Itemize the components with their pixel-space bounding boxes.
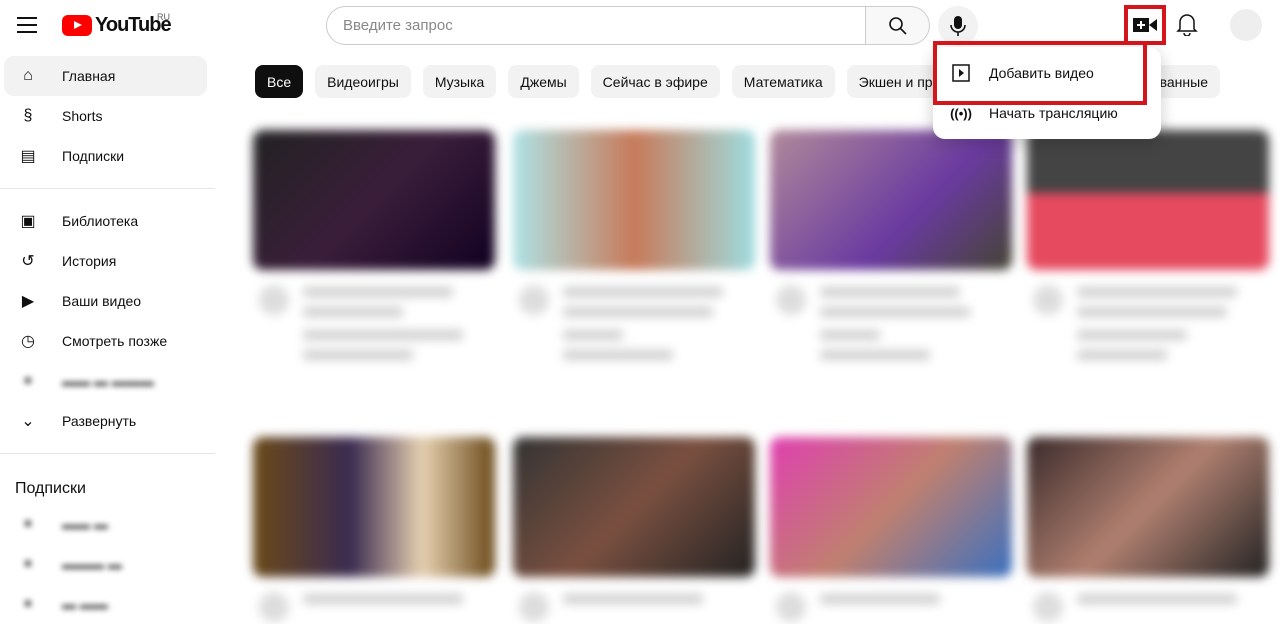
chip[interactable]: Видеоигры: [315, 65, 411, 98]
sidebar-item-expand[interactable]: ⌄ Развернуть: [4, 401, 207, 441]
microphone-icon: [950, 16, 966, 36]
chip[interactable]: Музыка: [422, 65, 497, 98]
sidebar-item-your-videos[interactable]: ▶ Ваши видео: [4, 281, 207, 321]
video-thumbnail[interactable]: [770, 437, 1012, 577]
live-broadcast-icon: ((•)): [950, 105, 972, 121]
sidebar: ⌂ Главная § Shorts ▤ Подписки ▣ Библиотека ↺…: [0, 56, 215, 624]
video-thumbnail[interactable]: [513, 130, 755, 270]
shorts-icon: §: [23, 107, 33, 124]
sidebar-item-label: Библиотека: [62, 213, 139, 229]
notifications-button[interactable]: [1176, 12, 1198, 41]
subscription-channel[interactable]: ● ▬▬▬ ▬: [4, 544, 207, 584]
watch-later-icon: ◷: [21, 333, 35, 350]
menu-icon[interactable]: [17, 17, 37, 33]
subscription-channel[interactable]: ● ▬ ▬▬: [4, 584, 207, 624]
video-thumbnail[interactable]: [1027, 130, 1269, 270]
voice-search-button[interactable]: [938, 6, 978, 46]
video-camera-plus-icon: [1133, 18, 1157, 32]
chevron-down-icon: ⌄: [21, 413, 35, 430]
divider: [0, 453, 215, 454]
subscription-channel[interactable]: ● ▬▬ ▬: [4, 504, 207, 544]
sidebar-item-subscriptions[interactable]: ▤ Подписки: [4, 136, 207, 176]
chip[interactable]: Сейчас в эфире: [590, 65, 720, 98]
library-icon: ▣: [20, 213, 36, 230]
channel-avatar-icon: ●: [23, 555, 33, 572]
sidebar-item-label: Shorts: [62, 108, 103, 124]
channel-avatar-icon: ●: [23, 515, 33, 532]
blurred-channel: ▬ ▬▬: [62, 596, 108, 612]
sidebar-item-label: Ваши видео: [62, 293, 142, 309]
sidebar-item-label: История: [62, 253, 117, 269]
sidebar-item-label: Подписки: [62, 148, 125, 164]
sidebar-item-watch-later[interactable]: ◷ Смотреть позже: [4, 321, 207, 361]
search-input[interactable]: Введите запрос: [326, 6, 866, 45]
blurred-channel: ▬▬▬ ▬: [62, 556, 122, 572]
channel-avatar-icon: ●: [23, 595, 33, 612]
subscriptions-icon: ▤: [20, 148, 36, 165]
region-label: RU: [157, 12, 170, 22]
bell-icon: [1176, 14, 1198, 37]
divider: [0, 188, 215, 189]
video-thumbnail[interactable]: [770, 130, 1012, 270]
sidebar-item-label: Главная: [62, 68, 116, 84]
sidebar-item-library[interactable]: ▣ Библиотека: [4, 201, 207, 241]
sidebar-item-label: Смотреть позже: [62, 333, 168, 349]
search-button[interactable]: [866, 6, 930, 45]
history-icon: ↺: [21, 253, 35, 270]
home-icon: ⌂: [23, 67, 33, 84]
sidebar-item-home[interactable]: ⌂ Главная: [4, 56, 207, 96]
youtube-play-icon: [62, 15, 92, 36]
sidebar-item-history[interactable]: ↺ История: [4, 241, 207, 281]
playlist-icon: ●: [23, 372, 33, 389]
sidebar-item-shorts[interactable]: § Shorts: [4, 96, 207, 136]
menu-item-label: Начать трансляцию: [989, 105, 1118, 121]
subscriptions-heading: Подписки: [15, 480, 86, 497]
sidebar-item-label: Развернуть: [62, 413, 137, 429]
sidebar-item-playlist[interactable]: ● ▬▬ ▬ ▬▬▬: [4, 361, 207, 401]
search-icon: [888, 16, 907, 35]
create-button[interactable]: [1124, 5, 1166, 45]
your-videos-icon: ▶: [21, 293, 35, 310]
video-thumbnail[interactable]: [1027, 437, 1269, 577]
chip[interactable]: Джемы: [508, 65, 579, 98]
video-thumbnail[interactable]: [253, 437, 495, 577]
chip-all[interactable]: Все: [255, 65, 304, 98]
video-thumbnail[interactable]: [253, 130, 495, 270]
blurred-channel: ▬▬ ▬: [62, 516, 108, 532]
youtube-logo[interactable]: YouTube RU: [62, 12, 172, 37]
chip[interactable]: Математика: [731, 65, 835, 98]
video-thumbnail[interactable]: [513, 437, 755, 577]
avatar[interactable]: [1230, 9, 1262, 41]
blurred-playlist: ▬▬ ▬ ▬▬▬: [62, 373, 154, 389]
highlight-frame: [933, 41, 1147, 105]
